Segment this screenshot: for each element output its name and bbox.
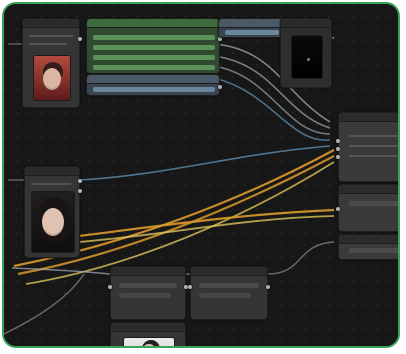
input-port[interactable] bbox=[336, 207, 340, 211]
face-shape bbox=[42, 208, 64, 236]
node-header bbox=[25, 167, 79, 176]
control-bar bbox=[349, 248, 398, 253]
setting-bar bbox=[225, 30, 279, 35]
node-mask[interactable] bbox=[188, 266, 270, 320]
node-header bbox=[191, 267, 267, 276]
node-graph-canvas[interactable] bbox=[4, 4, 398, 346]
node-preprocess[interactable] bbox=[108, 266, 188, 320]
node-header bbox=[339, 235, 398, 244]
input-port[interactable] bbox=[336, 155, 340, 159]
node-text-prompts[interactable] bbox=[86, 18, 222, 74]
wire-blue-3 bbox=[79, 145, 331, 181]
prompt-bar bbox=[93, 55, 215, 60]
node-load-image-bottom[interactable] bbox=[110, 322, 186, 346]
node-header bbox=[219, 19, 283, 28]
node-load-image-top[interactable] bbox=[22, 18, 82, 108]
node-header bbox=[23, 19, 79, 28]
node-save[interactable] bbox=[338, 234, 398, 260]
output-port[interactable] bbox=[218, 85, 222, 89]
image-thumbnail bbox=[123, 337, 175, 346]
output-port[interactable] bbox=[266, 285, 270, 289]
workflow-frame bbox=[2, 2, 400, 348]
wire-gray-7 bbox=[4, 273, 85, 335]
control-bar bbox=[199, 293, 251, 298]
node-header bbox=[87, 75, 219, 84]
node-header bbox=[281, 19, 331, 28]
control-bar bbox=[119, 293, 171, 298]
control-bar bbox=[349, 201, 398, 206]
input-port[interactable] bbox=[108, 285, 112, 289]
image-thumbnail bbox=[33, 55, 71, 101]
face-shape bbox=[43, 68, 61, 90]
node-header bbox=[111, 267, 185, 276]
node-header bbox=[339, 185, 398, 194]
prompt-bar bbox=[93, 35, 215, 40]
node-settings[interactable] bbox=[86, 74, 222, 96]
node-upscale[interactable] bbox=[336, 184, 398, 232]
input-port[interactable] bbox=[336, 147, 340, 151]
prompt-bar bbox=[93, 45, 215, 50]
wire-gray-6 bbox=[267, 241, 335, 275]
output-port[interactable] bbox=[78, 179, 82, 183]
node-field bbox=[29, 35, 73, 37]
input-port[interactable] bbox=[188, 285, 192, 289]
setting-bar bbox=[93, 87, 215, 92]
node-field bbox=[31, 183, 71, 185]
prompt-bar bbox=[93, 65, 215, 70]
node-header bbox=[339, 113, 398, 122]
node-header bbox=[87, 19, 219, 28]
output-port[interactable] bbox=[78, 189, 82, 193]
node-field bbox=[349, 135, 398, 137]
output-port[interactable] bbox=[78, 37, 82, 41]
node-preview-top[interactable] bbox=[280, 18, 332, 88]
input-port[interactable] bbox=[336, 139, 340, 143]
node-field bbox=[29, 43, 67, 45]
control-bar bbox=[199, 283, 259, 288]
node-sampler[interactable] bbox=[336, 112, 398, 182]
wire-orange-3 bbox=[78, 208, 335, 238]
image-thumbnail bbox=[31, 191, 75, 253]
node-small-top[interactable] bbox=[218, 18, 284, 38]
preview-thumbnail bbox=[291, 35, 323, 79]
node-field bbox=[349, 155, 398, 157]
control-bar bbox=[119, 283, 177, 288]
indicator-dot bbox=[307, 58, 310, 61]
node-load-image-middle[interactable] bbox=[24, 166, 82, 258]
node-header bbox=[111, 323, 185, 332]
node-field bbox=[349, 145, 398, 147]
